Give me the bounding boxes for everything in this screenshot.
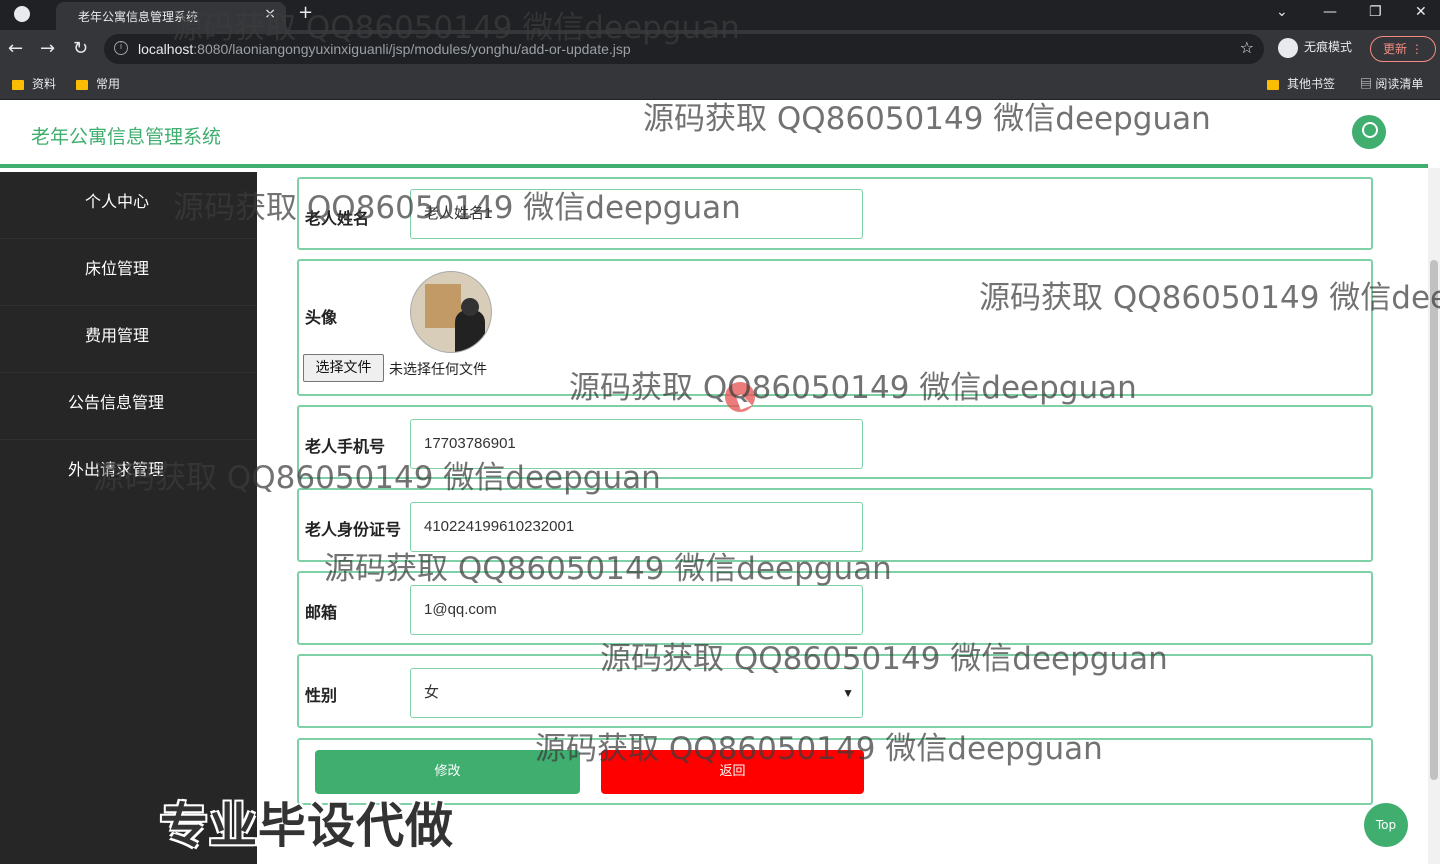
page-scrollbar[interactable] [1428,168,1440,864]
choose-file-button[interactable]: 选择文件 [303,354,384,382]
name-label: 老人姓名 [305,209,370,228]
sidebar-item-label: 外出请求管理 [68,460,165,479]
incognito-indicator[interactable]: 无痕模式 [1278,38,1352,58]
forward-arrow-icon[interactable]: → [40,38,55,59]
scrollbar-thumb[interactable] [1430,260,1438,780]
phone-input[interactable]: 17703786901 [410,419,863,469]
phone-label: 老人手机号 [305,437,386,456]
avatar-label: 头像 [305,308,338,327]
gender-select[interactable]: 女 ▼ [410,668,863,718]
sidebar-item-label: 个人中心 [85,192,150,211]
sidebar-item-label: 床位管理 [85,259,150,278]
app-title: 老年公寓信息管理系统 [31,126,222,148]
file-status: 未选择任何文件 [389,362,487,378]
form-row-name: 老人姓名 老人姓名1 [297,177,1373,250]
reload-icon[interactable]: ↻ [73,38,88,59]
sidebar-item-notice-management[interactable]: 公告信息管理 [0,373,257,440]
sidebar-item-outing-request[interactable]: 外出请求管理 [0,440,257,507]
gender-selected-value: 女 [424,684,440,701]
idcard-label: 老人身份证号 [305,520,402,539]
browser-tab[interactable]: 老年公寓信息管理系统 × [56,2,286,30]
bookmark-folder-ziliao[interactable]: 资料 [12,75,56,92]
browser-toolbar: ← → ↻ i localhost:8080/laoniangongyuxinx… [0,30,1440,68]
url-bar[interactable]: i localhost:8080/laoniangongyuxinxiguanl… [104,34,1264,64]
sidebar-item-fee-management[interactable]: 费用管理 [0,306,257,373]
browser-icon [14,6,30,22]
reading-list-icon: ▤ [1360,77,1376,91]
sidebar-item-bed-management[interactable]: 床位管理 [0,239,257,306]
bookmark-folder-changyong[interactable]: 常用 [76,75,120,92]
form-row-phone: 老人手机号 17703786901 [297,405,1373,479]
app-header: 老年公寓信息管理系统 [0,100,1428,168]
new-tab-icon[interactable]: + [298,2,313,23]
form-row-actions: 修改 返回 [297,738,1373,805]
email-label: 邮箱 [305,603,338,622]
form-row-gender: 性别 女 ▼ [297,654,1373,728]
avatar-photo [410,271,492,353]
star-icon[interactable]: ☆ [1240,38,1254,57]
incognito-icon [1278,38,1298,58]
chevron-down-icon[interactable]: ⌄ [1276,4,1288,20]
folder-icon [76,79,88,90]
restore-icon[interactable]: ❐ [1369,4,1382,20]
gender-label: 性别 [305,686,338,705]
user-avatar-icon[interactable] [1352,115,1386,149]
back-to-top-button[interactable]: Top [1364,803,1408,847]
update-button[interactable]: 更新 ⋮ [1370,36,1436,62]
name-input[interactable]: 老人姓名1 [410,189,863,239]
folder-icon [12,79,24,90]
folder-icon [1267,79,1279,90]
sidebar-item-label: 费用管理 [85,326,150,345]
chevron-down-icon: ▼ [842,686,854,700]
idcard-input[interactable]: 410224199610232001 [410,502,863,552]
sidebar-item-label: 公告信息管理 [68,393,165,412]
form-row-avatar: 头像 选择文件 未选择任何文件 [297,259,1373,396]
url-text: localhost:8080/laoniangongyuxinxiguanli/… [138,41,631,57]
sidebar: 个人中心 床位管理 费用管理 公告信息管理 外出请求管理 [0,172,257,864]
email-input[interactable]: 1@qq.com [410,585,863,635]
browser-tabbar: 老年公寓信息管理系统 × + ⌄ — ❐ ✕ [0,0,1440,30]
promo-overlay-text: 专业毕设代做 [160,798,455,854]
form-row-idcard: 老人身份证号 410224199610232001 [297,488,1373,562]
bookmarks-bar: 资料 常用 其他书签 ▤ 阅读清单 [0,68,1440,100]
window-close-icon[interactable]: ✕ [1415,4,1427,20]
tab-title: 老年公寓信息管理系统 [78,10,199,24]
sidebar-item-personal-center[interactable]: 个人中心 [0,172,257,239]
reading-list[interactable]: ▤ 阅读清单 [1360,75,1423,92]
back-button[interactable]: 返回 [601,750,864,794]
main-content: 老人姓名 老人姓名1 头像 选择文件 未选择任何文件 老人手机号 1770378… [257,172,1428,864]
close-icon[interactable]: × [264,6,276,22]
minimize-icon[interactable]: — [1323,4,1337,20]
back-arrow-icon[interactable]: ← [8,38,23,59]
info-icon[interactable]: i [114,41,128,55]
other-bookmarks[interactable]: 其他书签 [1267,75,1335,92]
form-row-email: 邮箱 1@qq.com [297,571,1373,645]
